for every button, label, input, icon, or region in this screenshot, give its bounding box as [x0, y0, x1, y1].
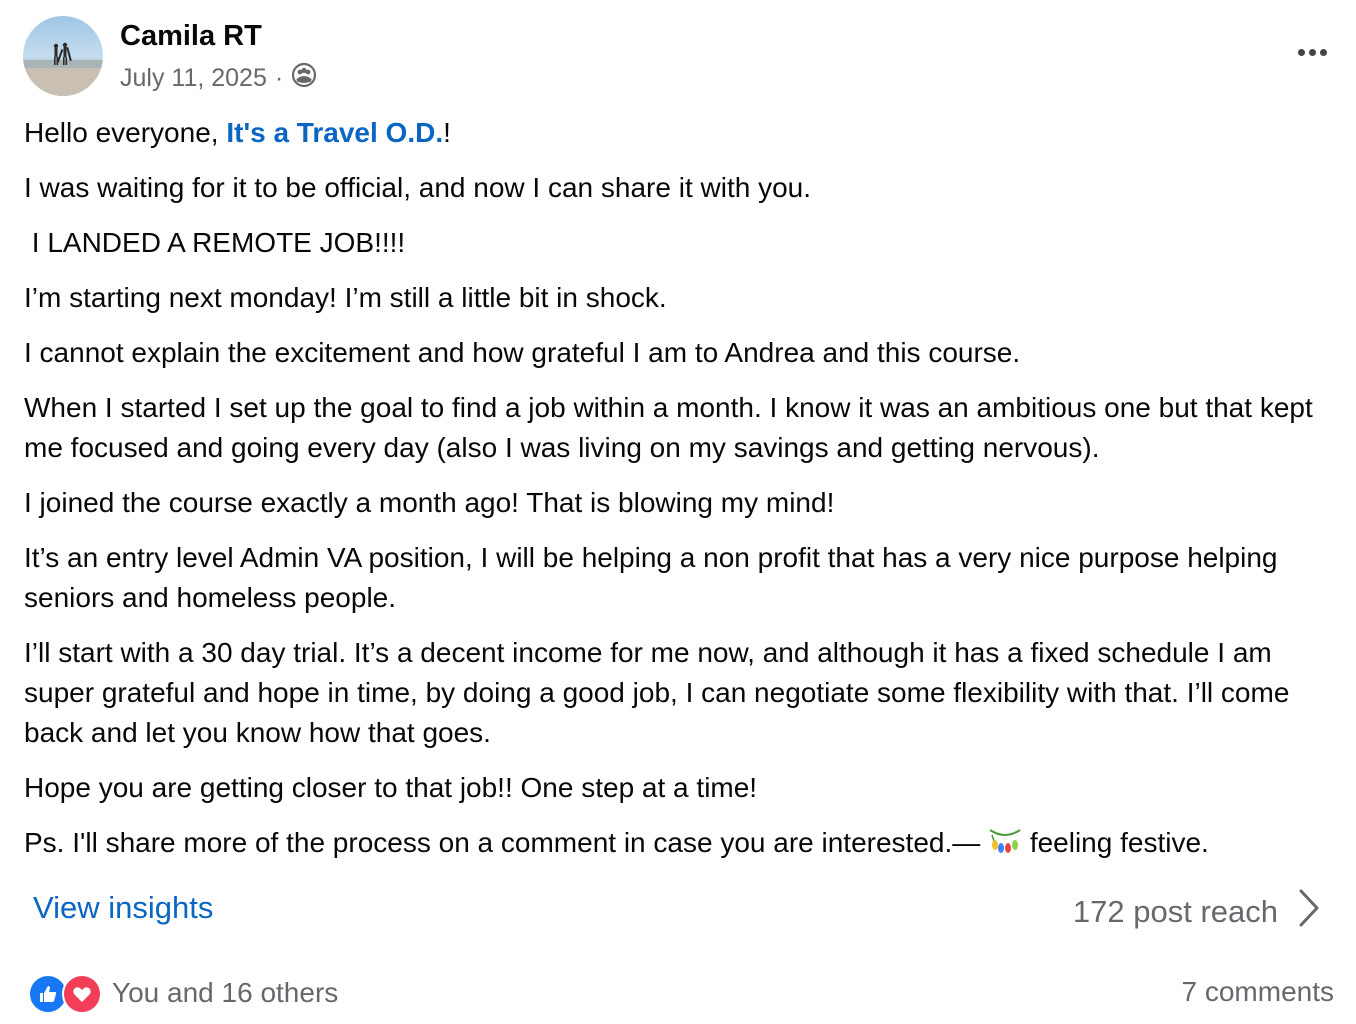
post-reach-label: 172 post reach — [1072, 894, 1278, 929]
author-avatar[interactable] — [23, 16, 103, 96]
dot-icon — [1308, 48, 1316, 56]
author-name[interactable]: Camila RT — [120, 20, 262, 53]
post-paragraph: When I started I set up the goal to find… — [24, 392, 1313, 463]
chevron-right-icon — [1298, 888, 1320, 936]
group-icon[interactable] — [291, 62, 317, 95]
post-reach-link[interactable]: 172 post reach — [1073, 888, 1320, 936]
meta-separator: · — [274, 64, 284, 92]
post-paragraph: I joined the course exactly a month ago!… — [24, 487, 835, 518]
post-paragraph: I’ll start with a 30 day trial. It’s a d… — [24, 637, 1290, 748]
string-lights-icon — [988, 827, 1022, 858]
post-greeting: Hello everyone, It's a Travel O.D.! — [24, 113, 1344, 153]
greeting-suffix: ! — [443, 117, 451, 148]
post-date[interactable]: July 11, 2025 — [120, 64, 267, 93]
post-paragraph: Hope you are getting closer to that job!… — [24, 772, 758, 803]
reaction-icons — [28, 974, 102, 1014]
post-paragraph: It’s an entry level Admin VA position, I… — [24, 542, 1278, 613]
post-paragraph: I LANDED A REMOTE JOB!!!! — [24, 227, 406, 258]
dot-icon — [1297, 48, 1305, 56]
post-body: Hello everyone, It's a Travel O.D.! I wa… — [24, 113, 1344, 878]
comments-count-link[interactable]: 7 comments — [1182, 976, 1335, 1008]
group-link[interactable]: It's a Travel O.D. — [226, 117, 443, 148]
more-options-button[interactable] — [1294, 38, 1330, 66]
post-paragraph: I cannot explain the excitement and how … — [24, 337, 1021, 368]
view-insights-link[interactable]: View insights — [33, 890, 213, 926]
post-closing: Ps. I'll share more of the process on a … — [24, 823, 1344, 863]
greeting-text: Hello everyone, — [24, 117, 227, 148]
post-paragraph: I was waiting for it to be official, and… — [24, 172, 811, 203]
reactions-summary[interactable]: You and 16 others — [28, 974, 339, 1014]
love-icon — [62, 974, 102, 1014]
post-paragraph: I’m starting next monday! I’m still a li… — [24, 282, 667, 313]
post-meta: July 11, 2025 · — [120, 62, 317, 95]
dot-icon — [1319, 48, 1327, 56]
reactions-text: You and 16 others — [112, 977, 339, 1008]
feeling-text: feeling festive. — [1029, 827, 1209, 858]
closing-text: Ps. I'll share more of the process on a … — [24, 827, 981, 858]
beach-photo — [23, 42, 103, 96]
